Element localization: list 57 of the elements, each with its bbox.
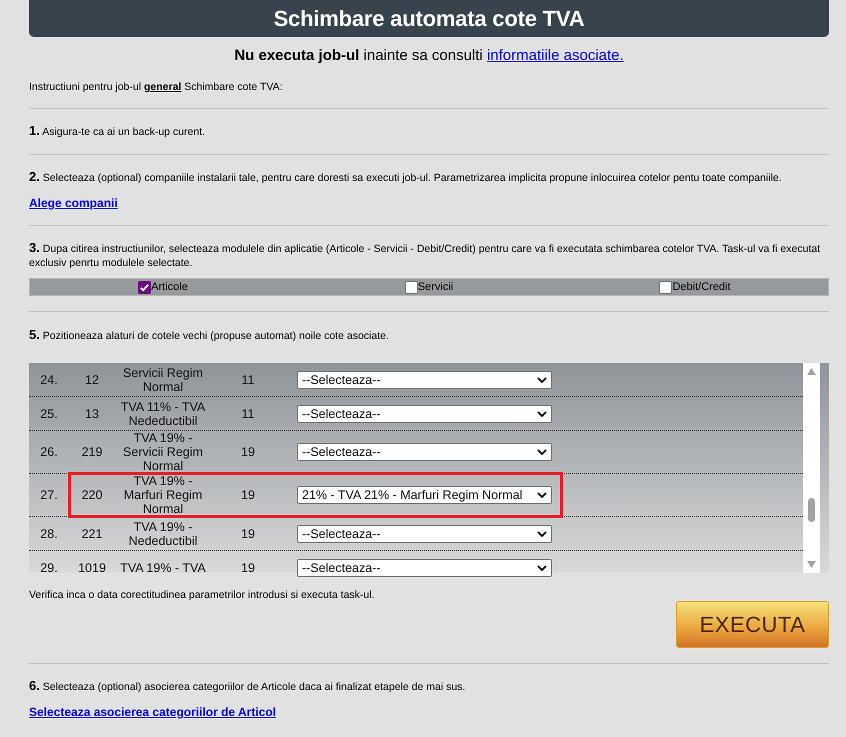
table-cell-text: 11 <box>240 372 256 386</box>
companies-link[interactable]: Alege companii <box>29 196 118 210</box>
check-icon <box>139 282 150 292</box>
table-cell-text: TVA 19% - TVA <box>119 560 207 574</box>
table-cell-text: 19 <box>240 526 256 540</box>
table-cell-text: TVA 11% - TVA Nedeductibil <box>120 400 206 428</box>
table-cell-text: 25. <box>39 406 59 420</box>
step-text: 6. Selecteaza (optional) asocierea categoriilor de Articole daca ai finalizat etapele de mai sus. <box>29 679 466 694</box>
instructions-text: Instructiuni pentru job-ul general Schimbare cote TVA: <box>29 81 284 93</box>
rate-dropdown[interactable]: --Selecteaza-- <box>297 558 552 576</box>
step-text: 5. Pozitioneaza alaturi de cotele vechi (propuse automat) noile cote asociate. <box>29 328 390 343</box>
table-cell-text: 221 <box>80 526 104 540</box>
chevron-icon <box>537 449 547 455</box>
table-cell-text: 13 <box>84 406 100 420</box>
scroll-up-icon[interactable] <box>807 368 816 375</box>
execute-button[interactable]: EXECUTA <box>676 601 829 648</box>
page-title: Schimbare automata cote TVA <box>29 0 829 37</box>
scroll-thumb[interactable] <box>808 498 815 522</box>
scrollbar[interactable] <box>803 363 820 573</box>
table-cell-text: TVA 19% - Servicii Regim Normal <box>122 431 204 473</box>
rate-dropdown[interactable]: --Selecteaza-- <box>297 404 552 422</box>
table-cell-text: 11 <box>240 406 256 420</box>
table-cell-text: 28. <box>39 526 59 540</box>
module-checkbox[interactable]: Articole <box>138 280 188 294</box>
info-link[interactable]: informatiile asociate. <box>486 47 624 64</box>
step-text: 3. Dupa citirea instructiunilor, selecteaza modulele din aplicatie (Articole - Servicii - Debit/Credit) pentru care va fi executata schimbarea cotelor TVA. Task-ul va fi executat exclusiv penrtu modulele selectate. <box>29 241 822 270</box>
rate-dropdown[interactable]: 21% - TVA 21% - Marfuri Regim Normal <box>297 486 552 504</box>
table-cell-text: 19 <box>240 445 256 459</box>
chevron-icon <box>537 564 547 570</box>
table-cell-text: 19 <box>240 560 256 574</box>
module-checkbox[interactable]: Servicii <box>404 280 454 294</box>
step-text: 2. Selecteaza (optional) companiile instalarii tale, pentru care doresti sa executi job-ul. Parametrizarea implicita propune inlocuirea cotelor pentu toate companiile. <box>29 170 783 185</box>
rate-dropdown[interactable]: --Selecteaza-- <box>297 524 552 542</box>
chevron-icon <box>537 530 547 536</box>
module-checkbox[interactable]: Debit/Credit <box>659 280 731 294</box>
chevron-icon <box>537 410 547 416</box>
table-cell-text: 12 <box>84 372 100 386</box>
warning-text: Nu executa job-ul inainte sa consulti <box>234 47 483 64</box>
table-cell-text: TVA 19% - Marfuri Regim Normal <box>122 474 204 516</box>
table-cell-text: 1019 <box>77 560 107 574</box>
table-cell-text: 27. <box>39 488 59 502</box>
rate-dropdown[interactable]: --Selecteaza-- <box>297 370 552 388</box>
rate-dropdown[interactable]: --Selecteaza-- <box>297 443 552 461</box>
table-cell-text: Servicii Regim Normal <box>122 366 204 394</box>
chevron-icon <box>537 376 547 382</box>
table-cell-text: 19 <box>240 488 256 502</box>
table-cell-text: 24. <box>39 372 59 386</box>
verify-text: Verifica inca o data corectitudinea parametrilor introdusi si executa task-ul. <box>29 589 376 601</box>
chevron-icon <box>537 492 547 498</box>
table-cell-text: 219 <box>80 445 104 459</box>
categories-link[interactable]: Selecteaza asocierea categoriilor de Articol <box>29 705 276 719</box>
scroll-down-icon[interactable] <box>807 561 816 568</box>
table-cell-text: 220 <box>80 488 104 502</box>
table-cell-text: TVA 19% - Nedeductibil <box>128 520 198 548</box>
table-cell-text: 26. <box>39 445 59 459</box>
table-cell-text: 29. <box>39 560 59 574</box>
step-text: 1. Asigura-te ca ai un back-up curent. <box>29 124 206 139</box>
